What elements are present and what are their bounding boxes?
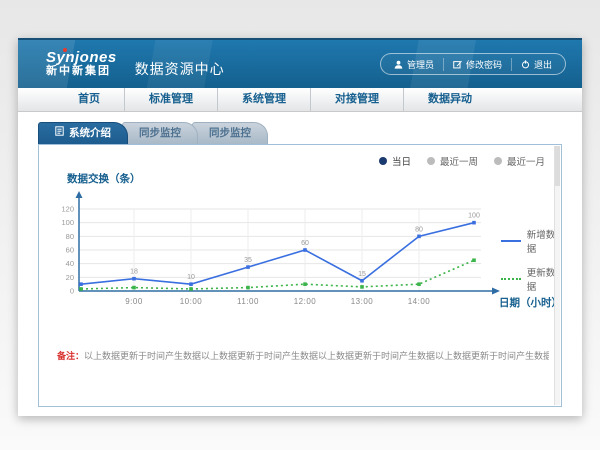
logo-company-name: 新中新集团 bbox=[46, 66, 117, 78]
footnote: 备注：以上数据更新于时间产生数据以上数据更新于时间产生数据以上数据更新于时间产生… bbox=[57, 349, 549, 362]
svg-text:9:00: 9:00 bbox=[125, 297, 143, 306]
edit-icon bbox=[453, 60, 462, 69]
panel-scrollbar[interactable] bbox=[554, 146, 560, 405]
panel-scrollbar-thumb[interactable] bbox=[555, 146, 560, 186]
tab-system-intro-label: 系统介绍 bbox=[69, 123, 111, 144]
user-menu-change-password-label: 修改密码 bbox=[466, 58, 502, 71]
app-header: Synjones 新中新集团 数据资源中心 管理员 修改密码 退出 bbox=[18, 38, 582, 88]
tab-sync-monitor-1[interactable]: 同步监控 bbox=[122, 122, 198, 144]
legend-new-data[interactable]: 新增数据 bbox=[501, 227, 561, 255]
svg-text:0: 0 bbox=[70, 287, 74, 296]
svg-text:13:00: 13:00 bbox=[351, 297, 374, 306]
solid-line-swatch-icon bbox=[501, 240, 521, 242]
svg-text:120: 120 bbox=[61, 205, 74, 214]
svg-text:80: 80 bbox=[66, 232, 74, 241]
nav-item-system-mgmt[interactable]: 系统管理 bbox=[217, 88, 310, 111]
user-menu-change-password[interactable]: 修改密码 bbox=[443, 58, 511, 71]
svg-text:14:00: 14:00 bbox=[408, 297, 431, 306]
radio-dot-icon bbox=[379, 157, 387, 165]
radio-dot-icon bbox=[427, 157, 435, 165]
radio-dot-icon bbox=[494, 157, 502, 165]
svg-text:10: 10 bbox=[187, 274, 195, 281]
svg-text:12:00: 12:00 bbox=[294, 297, 317, 306]
radio-today-label: 当日 bbox=[392, 154, 411, 168]
svg-text:100: 100 bbox=[468, 213, 480, 220]
user-menu-logout[interactable]: 退出 bbox=[511, 58, 561, 71]
radio-last-week[interactable]: 最近一周 bbox=[427, 154, 478, 168]
svg-text:100: 100 bbox=[61, 218, 74, 227]
user-menu-admin-label: 管理员 bbox=[407, 58, 434, 71]
dotted-line-swatch-icon bbox=[501, 278, 521, 280]
tab-sync-monitor-2[interactable]: 同步监控 bbox=[192, 122, 268, 144]
company-logo: Synjones 新中新集团 bbox=[46, 50, 117, 77]
app-window: Synjones 新中新集团 数据资源中心 管理员 修改密码 退出 bbox=[18, 38, 582, 416]
svg-text:60: 60 bbox=[66, 246, 74, 255]
user-menu: 管理员 修改密码 退出 bbox=[380, 53, 566, 75]
power-icon bbox=[521, 60, 530, 69]
tab-system-intro[interactable]: 系统介绍 bbox=[38, 122, 128, 144]
svg-text:40: 40 bbox=[66, 259, 74, 268]
radio-last-week-label: 最近一周 bbox=[440, 154, 478, 168]
footnote-prefix: 备注： bbox=[57, 351, 84, 361]
svg-text:35: 35 bbox=[244, 257, 252, 264]
page-title: 数据资源中心 bbox=[135, 59, 225, 79]
tab-sync-monitor-2-label: 同步监控 bbox=[209, 123, 251, 144]
content-panel: 当日 最近一周 最近一月 数据交换（条） 0 20 40 60 80 100 120 9:00… bbox=[38, 144, 562, 407]
main-nav: 首页 标准管理 系统管理 对接管理 数据异动 bbox=[18, 88, 582, 112]
document-icon bbox=[55, 123, 64, 144]
radio-last-month-label: 最近一月 bbox=[507, 154, 545, 168]
tab-bar: 系统介绍 同步监控 同步监控 bbox=[38, 123, 262, 144]
svg-text:60: 60 bbox=[301, 240, 309, 247]
nav-item-home[interactable]: 首页 bbox=[54, 88, 124, 111]
radio-last-month[interactable]: 最近一月 bbox=[494, 154, 545, 168]
footnote-text: 以上数据更新于时间产生数据以上数据更新于时间产生数据以上数据更新于时间产生数据以… bbox=[84, 351, 549, 361]
y-axis-title: 数据交换（条） bbox=[67, 171, 141, 186]
nav-item-interface-mgmt[interactable]: 对接管理 bbox=[310, 88, 403, 111]
logo-brand: Synjones bbox=[46, 50, 117, 66]
svg-text:11:00: 11:00 bbox=[237, 297, 259, 306]
time-range-filter: 当日 最近一周 最近一月 bbox=[379, 154, 545, 168]
tab-sync-monitor-1-label: 同步监控 bbox=[139, 123, 181, 144]
nav-item-data-change[interactable]: 数据异动 bbox=[403, 88, 496, 111]
svg-text:80: 80 bbox=[415, 226, 423, 233]
user-menu-admin[interactable]: 管理员 bbox=[385, 58, 443, 71]
svg-text:20: 20 bbox=[66, 273, 74, 282]
svg-text:10:00: 10:00 bbox=[180, 297, 203, 306]
svg-text:18: 18 bbox=[130, 269, 138, 276]
chart-legend: 新增数据 更新数据 bbox=[501, 227, 561, 303]
user-menu-logout-label: 退出 bbox=[534, 58, 552, 71]
radio-today[interactable]: 当日 bbox=[379, 154, 411, 168]
nav-item-standard-mgmt[interactable]: 标准管理 bbox=[124, 88, 217, 111]
line-chart: 0 20 40 60 80 100 120 9:00 10:00 11:00 12:00 13:00 1… bbox=[49, 185, 509, 317]
legend-updated-data[interactable]: 更新数据 bbox=[501, 265, 561, 293]
user-icon bbox=[394, 60, 403, 69]
svg-text:15: 15 bbox=[358, 271, 366, 278]
